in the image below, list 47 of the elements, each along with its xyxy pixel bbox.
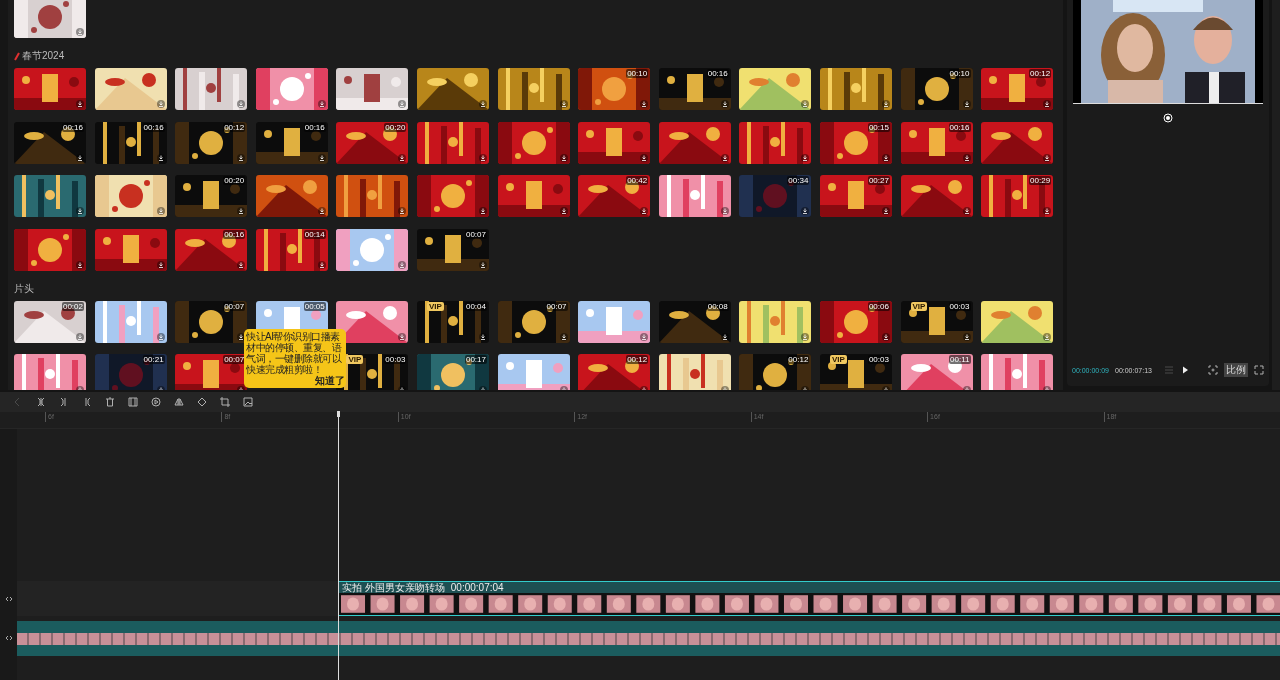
duration-label: 00:05 [303, 301, 326, 311]
duration-label: 00:03 [867, 355, 890, 364]
duration-label: 00:12 [223, 122, 246, 132]
duration-label: 00:16 [948, 122, 971, 132]
ratio-button[interactable]: 比例 [1224, 363, 1248, 377]
duration-label: 00:07 [464, 229, 487, 239]
duration-label: 00:06 [867, 301, 890, 311]
duration-label: 00:16 [223, 229, 246, 239]
dismiss-button[interactable]: 知道了 [315, 375, 345, 386]
duration-label: 00:03 [384, 355, 407, 364]
clip-duration: 00:00:07:04 [450, 582, 504, 593]
duration-label: 00:16 [303, 122, 326, 132]
duration-label: 00:12 [626, 355, 649, 364]
duration-label: 00:07 [223, 301, 246, 311]
duration-label: 00:11 [949, 355, 971, 364]
duration-label: 00:07 [223, 355, 246, 364]
duration-label: 00:08 [706, 301, 729, 311]
section-title: 片头 [14, 281, 34, 296]
vip-badge: VIP [910, 301, 928, 311]
duration-label: 00:14 [303, 229, 326, 239]
duration-label: 00:16 [706, 69, 729, 78]
vip-badge: VIP [829, 355, 847, 364]
duration-label: 00:02 [61, 301, 84, 311]
duration-label: 00:17 [464, 355, 487, 364]
duration-label: 00:20 [384, 122, 407, 132]
duration-label: 00:04 [464, 301, 487, 311]
duration-label: 00:15 [867, 122, 890, 132]
video-clip[interactable]: 实拍 外国男女亲吻转场 00:00:07:04 [338, 581, 1280, 616]
vip-badge: VIP [426, 301, 444, 311]
clip-title: 实拍 外国男女亲吻转场 [342, 582, 445, 593]
duration-label: 00:29 [1029, 176, 1052, 185]
duration-label: 00:21 [142, 355, 165, 364]
duration-label: 00:10 [948, 69, 971, 78]
duration-label: 00:10 [626, 69, 649, 78]
vip-badge: VIP [346, 355, 364, 364]
duration-label: 00:27 [867, 176, 890, 185]
duration-label: 00:20 [223, 176, 246, 185]
duration-label: 00:16 [61, 122, 84, 132]
duration-label: 00:12 [787, 355, 810, 364]
section-title: 春节2024 [22, 49, 65, 63]
duration-label: 00:16 [142, 122, 165, 132]
duration-label: 00:12 [1029, 69, 1052, 78]
duration-label: 00:07 [545, 301, 568, 311]
duration-label: 00:42 [626, 176, 649, 185]
duration-label: 00:03 [948, 301, 971, 311]
duration-label: 00:34 [787, 176, 810, 185]
tooltip-text: 快让AI帮你识别口播素材中的停顿、重复、语气词，一键删除就可以快速完成粗剪啦！ [246, 331, 343, 375]
